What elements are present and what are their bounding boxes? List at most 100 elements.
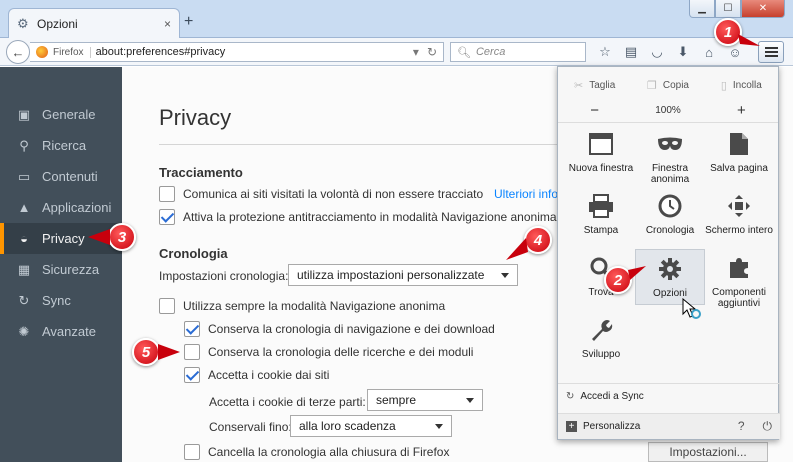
dropdown-arrow-icon [435, 423, 443, 429]
more-info-link[interactable]: Ulteriori info [494, 187, 558, 201]
history-heading: Cronologia [159, 246, 228, 261]
addons-button[interactable]: Componenti aggiuntivi [704, 255, 774, 309]
dnt-checkbox[interactable] [159, 186, 175, 202]
applications-icon: ▲ [17, 200, 31, 215]
history-button[interactable]: Cronologia [635, 193, 705, 236]
always-private-label: Utilizza sempre la modalità Navigazione … [183, 299, 446, 313]
pocket-icon[interactable]: ◡ [646, 42, 668, 62]
always-private-checkbox[interactable] [159, 298, 175, 314]
sidebar-item-label: Privacy [42, 231, 85, 246]
page-title: Privacy [159, 105, 232, 130]
customize-label[interactable]: Personalizza [583, 421, 640, 432]
new-window-button[interactable]: Nuova finestra [566, 131, 636, 174]
developer-button[interactable]: Sviluppo [566, 317, 636, 360]
tracking-protection-checkbox[interactable] [159, 209, 175, 225]
private-window-button[interactable]: Finestra anonima [635, 131, 705, 185]
back-arrow-icon: ← [11, 44, 25, 60]
options-gear-icon [657, 256, 683, 282]
third-party-select[interactable]: sempre [367, 389, 483, 411]
identity-label[interactable]: Firefox [53, 46, 91, 58]
sidebar-item-sicurezza[interactable]: ▦ Sicurezza [0, 254, 122, 285]
dropdown-arrow-icon[interactable]: ▾ [413, 45, 419, 59]
new-tab-button[interactable]: + [184, 13, 193, 31]
sidebar-item-label: Generale [42, 107, 96, 122]
menu-panel-grid: Nuova finestra Finestra anonima Salva pa… [558, 123, 778, 395]
maximize-button[interactable]: ☐ [715, 0, 741, 18]
sidebar-item-sync[interactable]: ↻ Sync [0, 285, 122, 316]
menu-item-label: Sviluppo [581, 349, 621, 360]
sidebar-item-applicazioni[interactable]: ▲ Applicazioni [0, 192, 122, 223]
dnt-label: Comunica ai siti visitati la volontà di … [183, 187, 484, 201]
accept-cookies-checkbox[interactable] [184, 367, 200, 383]
search-placeholder: Cerca [475, 46, 506, 58]
menu-item-label: Nuova finestra [568, 163, 634, 174]
sync-icon: ↻ [566, 391, 575, 402]
sync-row[interactable]: ↻ Accedi a Sync [558, 383, 780, 409]
url-bar[interactable]: Firefox about:preferences#privacy ▾ ↻ [30, 42, 444, 62]
new-window-icon [588, 131, 614, 157]
keep-search-row[interactable]: Conserva la cronologia delle ricerche e … [184, 344, 473, 360]
firefox-logo-icon [36, 46, 48, 58]
menu-item-label: Stampa [583, 225, 619, 236]
search-input[interactable]: 🔍︎ Cerca [450, 42, 586, 62]
sidebar-item-avanzate[interactable]: ✺ Avanzate [0, 316, 122, 347]
tracking-protection-row[interactable]: Attiva la protezione antitracciamento in… [159, 209, 557, 225]
history-settings-button[interactable]: Impostazioni... [648, 442, 768, 462]
copy-button[interactable]: ❐ Copia [631, 79, 704, 92]
downloads-icon[interactable]: ⬇ [672, 42, 694, 62]
url-text[interactable]: about:preferences#privacy [96, 46, 408, 58]
clear-on-close-row[interactable]: Cancella la cronologia alla chiusura di … [184, 444, 449, 460]
help-icon[interactable]: ? [738, 419, 745, 434]
paste-label: Incolla [732, 79, 762, 91]
back-button[interactable]: ← [6, 40, 30, 64]
history-settings-select[interactable]: utilizza impostazioni personalizzate [288, 264, 518, 286]
keep-until-select[interactable]: alla loro scadenza [290, 415, 452, 437]
menu-item-label: Componenti aggiuntivi [712, 287, 766, 309]
dropdown-arrow-icon [466, 397, 474, 403]
clear-on-close-checkbox[interactable] [184, 444, 200, 460]
callout-4-pointer [506, 238, 528, 260]
quit-power-icon[interactable]: ⏻ [763, 419, 773, 434]
menu-item-label: Finestra anonima [650, 163, 690, 185]
sidebar-item-generale[interactable]: ▣ Generale [0, 99, 122, 130]
callout-5-pointer [158, 344, 180, 360]
save-page-icon [726, 131, 752, 157]
keep-search-label: Conserva la cronologia delle ricerche e … [208, 345, 474, 359]
minimize-button[interactable]: ▁ [689, 0, 715, 18]
home-icon[interactable]: ⌂ [698, 42, 720, 62]
close-window-button[interactable]: ✕ [741, 0, 785, 18]
bookmark-star-icon[interactable]: ☆ [594, 42, 616, 62]
paste-button[interactable]: ▯ Incolla [705, 79, 778, 92]
content-icon: ▭ [17, 168, 31, 184]
fullscreen-button[interactable]: Schermo intero [704, 193, 774, 236]
save-page-button[interactable]: Salva pagina [704, 131, 774, 174]
keep-browsing-checkbox[interactable] [184, 321, 200, 337]
print-button[interactable]: Stampa [566, 193, 636, 236]
cut-button[interactable]: ✂ Taglia [558, 79, 631, 92]
sidebar-item-label: Sicurezza [42, 262, 100, 277]
reload-icon[interactable]: ↻ [427, 45, 437, 59]
close-tab-icon[interactable]: × [164, 17, 171, 31]
always-private-row[interactable]: Utilizza sempre la modalità Navigazione … [159, 298, 445, 314]
keep-browsing-row[interactable]: Conserva la cronologia di navigazione e … [184, 321, 495, 337]
sidebar-item-label: Contenuti [42, 169, 98, 184]
dnt-row[interactable]: Comunica ai siti visitati la volontà di … [159, 186, 483, 202]
zoom-out-button[interactable]: − [558, 102, 631, 119]
zoom-in-button[interactable]: + [705, 102, 778, 119]
open-menu-button[interactable] [758, 41, 784, 63]
copy-icon: ❐ [646, 79, 657, 92]
sidebar-item-ricerca[interactable]: ⚲ Ricerca [0, 130, 122, 161]
tab-opzioni[interactable]: ⚙ Opzioni × [8, 8, 180, 39]
edit-controls: ✂ Taglia ❐ Copia ▯ Incolla [558, 67, 778, 99]
bookmarks-list-icon[interactable]: ▤ [620, 42, 642, 62]
sidebar-item-label: Avanzate [42, 324, 96, 339]
callout-3: 3 [108, 223, 136, 251]
customize-plus-icon[interactable]: + [566, 421, 577, 432]
sidebar-item-label: Ricerca [42, 138, 87, 153]
sidebar-item-contenuti[interactable]: ▭ Contenuti [0, 161, 122, 192]
keep-search-checkbox[interactable] [184, 344, 200, 360]
zoom-reset-button[interactable]: 100% [631, 105, 704, 116]
sidebar-item-label: Sync [42, 293, 71, 308]
third-party-value: sempre [376, 393, 417, 407]
accept-cookies-row[interactable]: Accetta i cookie dai siti [184, 367, 329, 383]
